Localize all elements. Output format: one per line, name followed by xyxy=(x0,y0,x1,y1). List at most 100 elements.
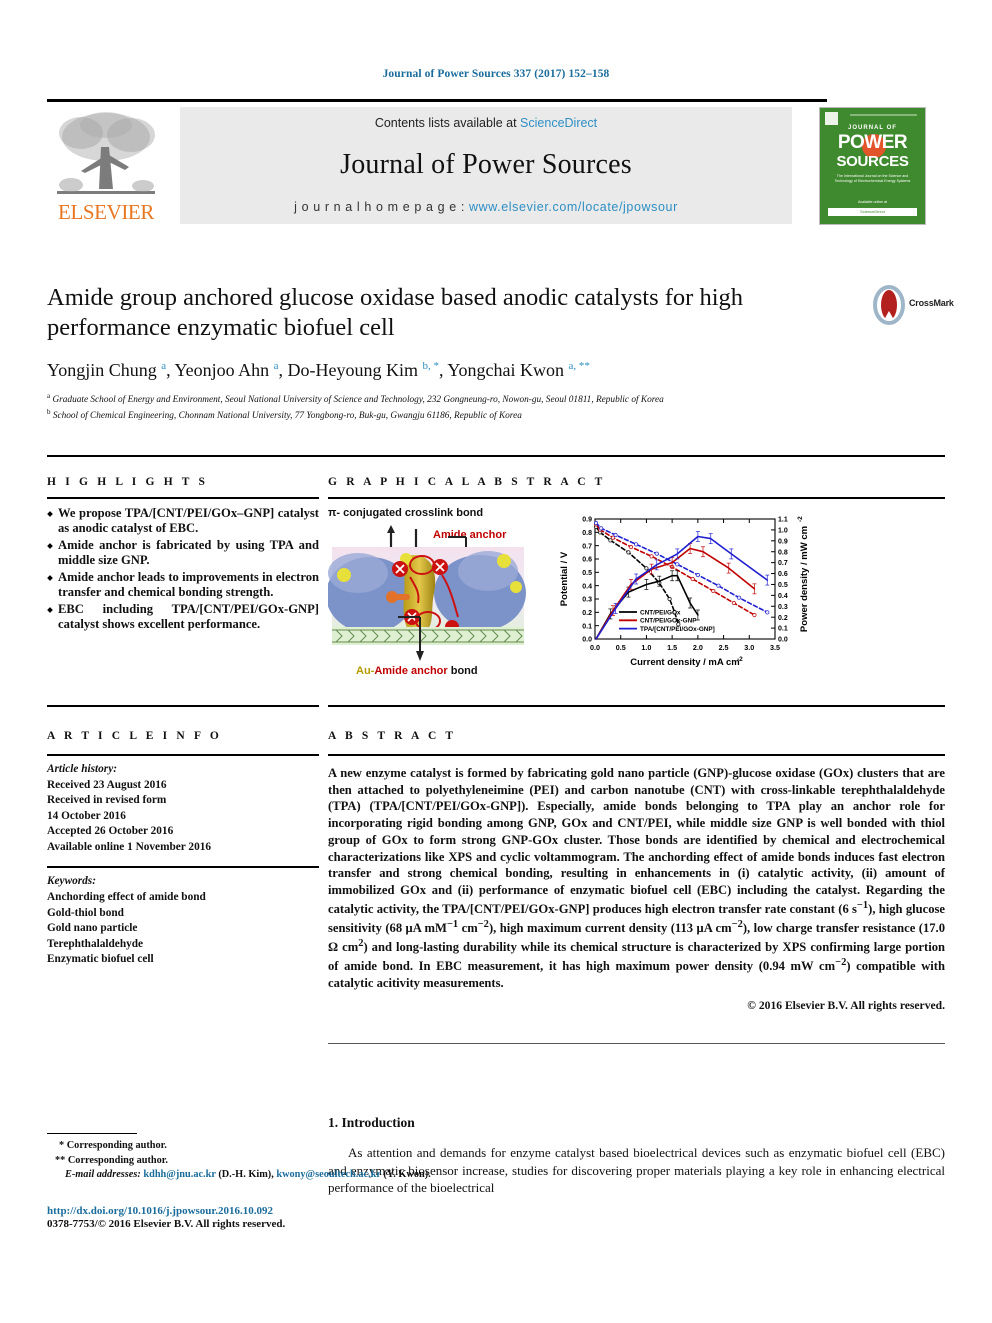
affiliations: a Graduate School of Energy and Environm… xyxy=(47,391,877,424)
ga-caption-bond: bond xyxy=(447,665,478,677)
cover-elsevier-mark xyxy=(825,112,838,125)
article-history-item: Available online 1 November 2016 xyxy=(47,840,212,853)
journal-title: Journal of Power Sources xyxy=(340,149,632,180)
highlights-heading: H I G H L I G H T S xyxy=(47,476,209,488)
keyword-item: Enzymatic biofuel cell xyxy=(47,953,154,966)
affiliation-a: a Graduate School of Energy and Environm… xyxy=(47,391,664,405)
article-history-item: Received in revised form xyxy=(47,794,167,807)
abstract-sup6: −2 xyxy=(835,956,847,968)
elsevier-wordmark: ELSEVIER xyxy=(58,200,154,224)
article-history-item: Received 23 August 2016 xyxy=(47,778,167,791)
svg-text:0.1: 0.1 xyxy=(778,626,788,633)
list-item: Amide anchor leads to improvements in el… xyxy=(47,570,319,601)
journal-masthead: ELSEVIER Contents lists available at Sci… xyxy=(47,99,945,230)
svg-text:CNT/PEI/GOx: CNT/PEI/GOx xyxy=(640,609,681,616)
svg-text:1.1: 1.1 xyxy=(778,517,788,524)
abstract-sup1: −1 xyxy=(856,899,869,911)
title-bottom-rule xyxy=(47,455,945,457)
svg-text:2.5: 2.5 xyxy=(719,643,729,652)
abstract-p4: ), high maximum current density (113 μA … xyxy=(488,920,732,935)
footnotes-section: * Corresponding author. ** Corresponding… xyxy=(47,1139,487,1230)
elsevier-tree-icon xyxy=(57,112,155,194)
masthead-top-rule xyxy=(47,99,827,102)
svg-text:3.5: 3.5 xyxy=(770,643,780,652)
email-link-2[interactable]: kwony@seoultech.ac.kr xyxy=(276,1169,380,1180)
svg-text:0.7: 0.7 xyxy=(582,543,592,550)
article-history: Article history: Received 23 August 2016… xyxy=(47,762,319,855)
svg-text:-2: -2 xyxy=(737,656,743,663)
affiliation-b: b School of Chemical Engineering, Chonna… xyxy=(47,408,522,422)
left-block-divider xyxy=(47,705,319,707)
svg-text:CNT/PEI/GOx-GNP: CNT/PEI/GOx-GNP xyxy=(640,618,697,625)
footnote-rule xyxy=(47,1133,137,1134)
svg-text:0.3: 0.3 xyxy=(582,597,592,604)
crossmark-badge[interactable]: CrossMark xyxy=(869,285,954,327)
graphical-abstract-content: π- conjugated crosslink bond Amide ancho… xyxy=(328,507,945,682)
footnote-text-1: Corresponding author. xyxy=(66,1140,167,1151)
cover-footer: Available online at ScienceDirect xyxy=(828,200,917,216)
svg-text:0.1: 0.1 xyxy=(582,623,592,630)
abstract-sup4: −2 xyxy=(731,918,743,930)
highlights-list: We propose TPA/[CNT/PEI/GOx–GNP] catalys… xyxy=(47,506,319,633)
keywords-rule xyxy=(47,866,319,869)
svg-text:0.6: 0.6 xyxy=(778,571,788,578)
svg-text:0.2: 0.2 xyxy=(778,615,788,622)
keyword-item: Gold nano particle xyxy=(47,922,138,935)
svg-text:1.0: 1.0 xyxy=(641,643,651,652)
abstract-rule xyxy=(328,754,945,756)
email-link-1[interactable]: kdhh@jnu.ac.kr xyxy=(143,1169,215,1180)
article-history-item: Accepted 26 October 2016 xyxy=(47,825,174,838)
sciencedirect-link[interactable]: ScienceDirect xyxy=(520,116,597,130)
chart-svg: 0.0 0.5 1.0 1.5 2.0 2.5 3.0 3.50.00.10.20.30.40… xyxy=(559,516,810,668)
svg-text:0.0: 0.0 xyxy=(590,643,600,652)
ga-caption-au: Au- xyxy=(356,665,375,677)
cover-journal-of: JOURNAL OF xyxy=(848,125,897,131)
svg-text:0.6: 0.6 xyxy=(582,557,592,564)
footnote-marker-1: * xyxy=(59,1140,65,1151)
abstract-sup3: −2 xyxy=(477,918,489,930)
footnote-corresponding-1: * Corresponding author. xyxy=(47,1139,487,1154)
page-title: Amide group anchored glucose oxidase bas… xyxy=(47,284,744,341)
ga-caption-amide2: Amide anchor xyxy=(374,665,448,677)
keyword-item: Terephthalaldehyde xyxy=(47,937,144,950)
abstract-p3: cm xyxy=(458,920,478,935)
keywords-label: Keywords: xyxy=(47,875,96,888)
svg-text:Potential / V: Potential / V xyxy=(559,551,570,606)
journal-homepage-line: j o u r n a l h o m e p a g e : www.else… xyxy=(294,200,678,214)
crossmark-label: CrossMark xyxy=(909,298,954,308)
svg-text:1.5: 1.5 xyxy=(667,643,677,652)
affiliation-b-text: School of Chemical Engineering, Chonnam … xyxy=(52,411,522,422)
keyword-item: Gold-thiol bond xyxy=(47,906,124,919)
homepage-url[interactable]: www.elsevier.com/locate/jpowsour xyxy=(469,200,678,214)
list-item: We propose TPA/[CNT/PEI/GOx–GNP] catalys… xyxy=(47,506,319,537)
svg-text:0.9: 0.9 xyxy=(582,517,592,524)
list-item: EBC including TPA/[CNT/PEI/GOx-GNP] cata… xyxy=(47,602,319,633)
running-head: Journal of Power Sources 337 (2017) 152–… xyxy=(382,68,610,80)
graphical-abstract-heading: G R A P H I C A L A B S T R A C T xyxy=(328,476,606,488)
footnote-corresponding-2: ** Corresponding author. xyxy=(47,1154,487,1169)
footnote-marker-2: ** xyxy=(55,1154,66,1166)
journal-cover-thumbnail: JOURNAL OF POWER SOURCES The Internation… xyxy=(819,107,926,225)
contents-line: Contents lists available at ScienceDirec… xyxy=(375,116,597,130)
highlights-rule xyxy=(47,497,319,499)
article-info-heading: A R T I C L E I N F O xyxy=(47,730,222,742)
abstract-heading: A B S T R A C T xyxy=(328,730,457,742)
svg-text:0.5: 0.5 xyxy=(582,570,592,577)
doi-link[interactable]: http://dx.doi.org/10.1016/j.jpowsour.201… xyxy=(47,1205,487,1217)
svg-text:0.7: 0.7 xyxy=(778,560,788,567)
svg-text:0.0: 0.0 xyxy=(778,637,788,644)
footnote-text-2: Corresponding author. xyxy=(67,1154,169,1166)
svg-text:Power density / mW cm: Power density / mW cm xyxy=(799,526,810,632)
svg-text:-2: -2 xyxy=(797,516,804,522)
cover-footer-line1: Available online at xyxy=(857,199,888,204)
list-item: Amide anchor is fabricated by using TPA … xyxy=(47,538,319,569)
cover-band xyxy=(850,114,917,116)
svg-text:1.0: 1.0 xyxy=(778,528,788,535)
masthead-grey-panel: Contents lists available at ScienceDirec… xyxy=(180,107,792,224)
issn-copyright: 0378-7753/© 2016 Elsevier B.V. All right… xyxy=(47,1217,286,1230)
svg-text:0.5: 0.5 xyxy=(616,643,626,652)
right-block-divider xyxy=(328,705,945,707)
svg-text:0.2: 0.2 xyxy=(582,610,592,617)
paper-page: Journal of Power Sources 337 (2017) 152–… xyxy=(0,0,992,1323)
article-info-rule xyxy=(47,754,319,756)
